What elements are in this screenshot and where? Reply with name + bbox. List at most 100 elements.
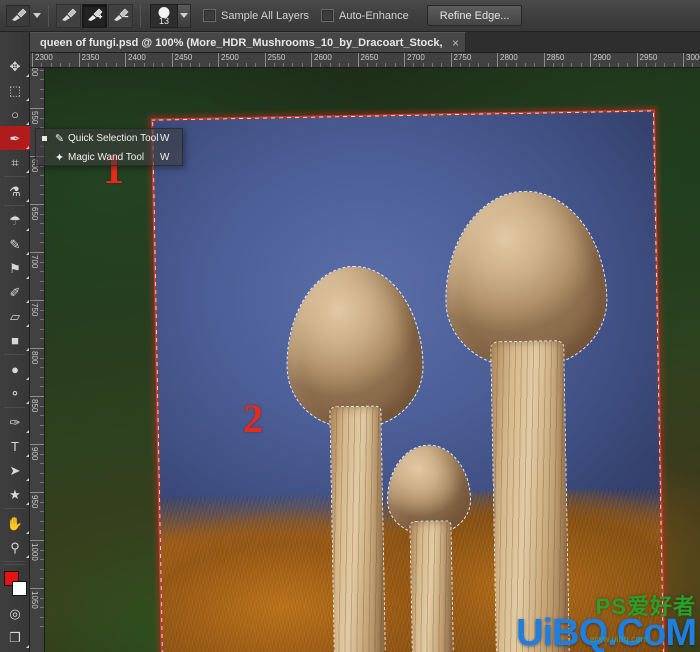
ruler-minor-tick [143, 63, 145, 67]
ruler-minor-tick [40, 520, 44, 522]
ruler-minor-tick [534, 63, 536, 67]
document-tab[interactable]: queen of fungi.psd @ 100% (More_HDR_Mush… [30, 32, 466, 52]
photoshop-window: 13 Sample All Layers Auto-Enhance Refine… [0, 0, 700, 652]
quick-selection-icon: ✒ [9, 130, 21, 146]
divider [4, 564, 25, 565]
ruler-minor-tick [227, 63, 229, 67]
sample-all-layers-checkbox[interactable] [203, 9, 216, 22]
clone-stamp-icon: ⚑ [9, 260, 21, 276]
quick-selection-tool-flyout-menu[interactable]: ✎ Quick Selection Tool W ✦ Magic Wand To… [35, 128, 183, 166]
ruler-minor-tick [40, 501, 44, 503]
screen-mode-icon: ❐ [9, 629, 21, 645]
brush-size-picker[interactable]: 13 [150, 3, 191, 28]
eyedropper-tool[interactable]: ⚗ [0, 179, 30, 203]
zoom-tool[interactable]: ⚲ [0, 535, 30, 559]
auto-enhance-checkbox[interactable] [321, 9, 335, 22]
ruler-minor-tick [40, 280, 44, 282]
clone-stamp-tool[interactable]: ⚑ [0, 256, 30, 280]
selected-bullet-icon [42, 136, 47, 141]
color-swatches[interactable] [0, 569, 30, 601]
eraser-tool[interactable]: ▱ [0, 304, 30, 328]
move-tool[interactable]: ✥ [0, 54, 30, 78]
ruler-minor-tick [40, 559, 44, 561]
ruler-minor-tick [459, 63, 461, 67]
brush-size-dropdown-button[interactable] [178, 3, 191, 28]
triangle-indicator-icon [26, 122, 29, 125]
ruler-minor-tick [40, 117, 44, 119]
sample-all-layers-checkbox-row[interactable]: Sample All Layers [203, 9, 309, 22]
tool-preset-picker[interactable] [6, 4, 41, 27]
change-screen-mode-button[interactable]: ❐ [0, 625, 30, 649]
horizontal-type-icon: T [11, 438, 19, 454]
refine-edge-button[interactable]: Refine Edge... [426, 5, 523, 26]
quick-selection-brush-icon[interactable] [6, 4, 30, 27]
ruler-minor-tick [40, 79, 44, 81]
triangle-indicator-icon [26, 645, 29, 648]
dodge-icon: ⚬ [9, 385, 21, 401]
mushroom-stem [329, 405, 387, 652]
pen-tool[interactable]: ✑ [0, 410, 30, 434]
ruler-minor-tick [413, 63, 415, 67]
ruler-minor-tick [608, 63, 610, 67]
crop-tool[interactable]: ⌗ [0, 150, 30, 174]
brush-glyph [11, 8, 26, 21]
ruler-minor-tick [515, 63, 517, 67]
add-to-selection-button[interactable] [82, 3, 107, 28]
ruler-minor-tick [180, 63, 182, 67]
ruler-minor-tick [134, 63, 136, 67]
flyout-item-quick-selection-tool[interactable]: ✎ Quick Selection Tool W [36, 129, 182, 148]
ruler-minor-tick [338, 63, 340, 67]
quick-selection-icon: ✎ [54, 133, 65, 145]
ruler-minor-tick [106, 63, 108, 67]
ruler-minor-tick [394, 63, 396, 67]
hand-tool[interactable]: ✋ [0, 511, 30, 535]
flyout-item-magic-wand-tool[interactable]: ✦ Magic Wand Tool W [36, 148, 182, 167]
lasso-tool[interactable]: ○ [0, 102, 30, 126]
ruler-minor-tick [273, 63, 275, 67]
triangle-indicator-icon [26, 74, 29, 77]
new-selection-button[interactable] [56, 3, 81, 28]
triangle-indicator-icon [26, 252, 29, 255]
spot-healing-brush-tool[interactable]: ☂ [0, 208, 30, 232]
horizontal-ruler[interactable]: 2300 2350 2400 2450 2500 2550 2600 2650 2700 2750… [30, 53, 700, 68]
tool-options-bar: 13 Sample All Layers Auto-Enhance Refine… [0, 0, 700, 32]
path-selection-tool[interactable]: ➤ [0, 458, 30, 482]
document-tab-title: queen of fungi.psd @ 100% (More_HDR_Mush… [40, 36, 444, 49]
edit-in-quick-mask-mode-button[interactable]: ◎ [0, 601, 30, 625]
watermark: PS爱好者 UiBQ.CoM www.uibq.com [516, 596, 697, 652]
history-brush-tool[interactable]: ✐ [0, 280, 30, 304]
chevron-down-icon[interactable] [33, 13, 41, 18]
quick-selection-tool[interactable]: ✒ [0, 126, 30, 150]
ruler-minor-tick [366, 63, 368, 67]
hand-icon: ✋ [6, 515, 24, 531]
ruler-minor-tick [40, 386, 44, 388]
flyout-item-label: Quick Selection Tool [68, 133, 159, 144]
gradient-tool[interactable]: ■ [0, 328, 30, 352]
ruler-tick-label: 750 [30, 300, 44, 316]
ruler-minor-tick [40, 511, 44, 513]
ruler-minor-tick [524, 63, 526, 67]
blur-tool[interactable]: ● [0, 357, 30, 381]
ruler-minor-tick [385, 63, 387, 67]
ruler-minor-tick [422, 63, 424, 67]
triangle-indicator-icon [26, 502, 29, 505]
ruler-minor-tick [40, 194, 44, 196]
auto-enhance-label: Auto-Enhance [339, 9, 409, 22]
path-selection-icon: ➤ [9, 462, 21, 478]
background-color-swatch[interactable] [12, 581, 27, 596]
brush-tool[interactable]: ✎ [0, 232, 30, 256]
triangle-indicator-icon [26, 199, 29, 202]
ruler-minor-tick [40, 184, 44, 186]
ruler-minor-tick [40, 69, 44, 71]
triangle-indicator-icon [26, 228, 29, 231]
rectangular-marquee-tool[interactable]: ⬚ [0, 78, 30, 102]
brush-size-preview[interactable]: 13 [150, 3, 178, 28]
custom-shape-tool[interactable]: ★ [0, 482, 30, 506]
close-icon[interactable]: × [452, 37, 459, 49]
horizontal-type-tool[interactable]: T [0, 434, 30, 458]
dodge-tool[interactable]: ⚬ [0, 381, 30, 405]
ruler-minor-tick [348, 63, 350, 67]
auto-enhance-checkbox-row[interactable]: Auto-Enhance [321, 9, 409, 22]
subtract-from-selection-button[interactable] [108, 3, 133, 28]
ruler-tick-label: 550 [30, 108, 44, 124]
